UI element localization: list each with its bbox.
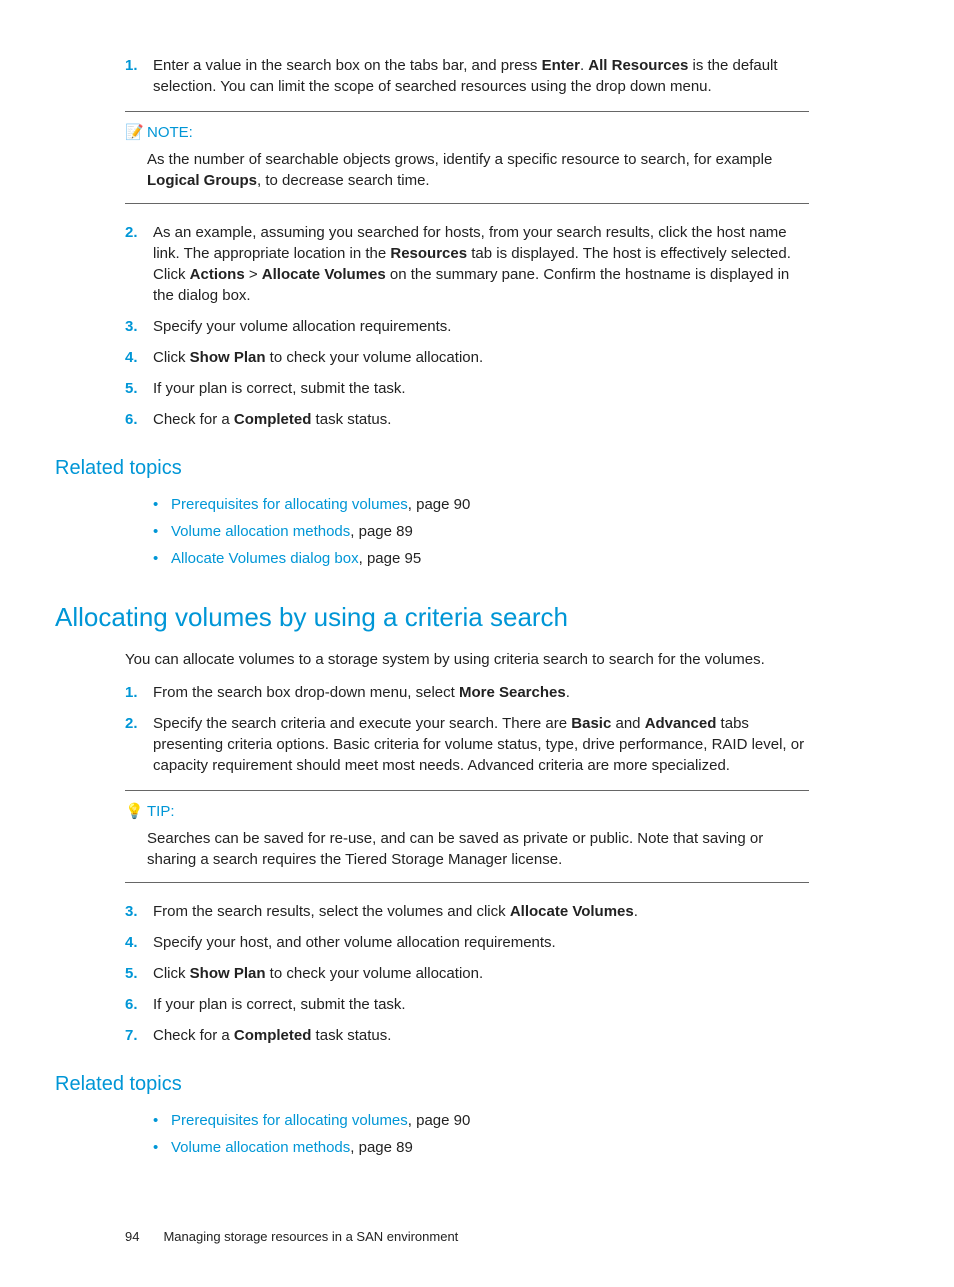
- step-5: 5. Click Show Plan to check your volume …: [125, 963, 809, 984]
- tip-header: 💡TIP:: [125, 801, 809, 822]
- step-text: Specify the search criteria and execute …: [153, 713, 809, 776]
- step-number: 7.: [125, 1025, 153, 1046]
- list-item: Prerequisites for allocating volumes, pa…: [153, 494, 809, 515]
- tip-label: TIP:: [147, 803, 175, 820]
- step-2: 2. As an example, assuming you searched …: [125, 222, 809, 306]
- step-4: 4. Click Show Plan to check your volume …: [125, 347, 809, 368]
- note-callout: 📝NOTE: As the number of searchable objec…: [125, 111, 809, 204]
- related-list: Prerequisites for allocating volumes, pa…: [153, 494, 809, 569]
- step-number: 5.: [125, 378, 153, 399]
- step-text: Click Show Plan to check your volume all…: [153, 347, 809, 368]
- note-label: NOTE:: [147, 124, 193, 141]
- step-number: 3.: [125, 316, 153, 337]
- related-topics-heading: Related topics: [55, 454, 899, 482]
- step-text: Check for a Completed task status.: [153, 409, 809, 430]
- list-item: Volume allocation methods, page 89: [153, 1137, 809, 1158]
- section-heading: Allocating volumes by using a criteria s…: [55, 599, 899, 635]
- note-header: 📝NOTE:: [125, 122, 809, 143]
- step-3: 3. From the search results, select the v…: [125, 901, 809, 922]
- page-number: 94: [125, 1229, 139, 1244]
- step-number: 1.: [125, 682, 153, 703]
- step-number: 6.: [125, 994, 153, 1015]
- list-item: Volume allocation methods, page 89: [153, 521, 809, 542]
- step-text: Click Show Plan to check your volume all…: [153, 963, 809, 984]
- step-number: 4.: [125, 347, 153, 368]
- section-intro: You can allocate volumes to a storage sy…: [125, 649, 809, 670]
- step-5: 5. If your plan is correct, submit the t…: [125, 378, 809, 399]
- step-6: 6. Check for a Completed task status.: [125, 409, 809, 430]
- related-link[interactable]: Prerequisites for allocating volumes: [171, 496, 408, 513]
- related-topics-heading: Related topics: [55, 1070, 899, 1098]
- step-number: 5.: [125, 963, 153, 984]
- step-text: If your plan is correct, submit the task…: [153, 994, 809, 1015]
- related-link[interactable]: Volume allocation methods: [171, 523, 350, 540]
- step-number: 6.: [125, 409, 153, 430]
- step-text: Specify your host, and other volume allo…: [153, 932, 809, 953]
- step-text: As an example, assuming you searched for…: [153, 222, 809, 306]
- list-item: Allocate Volumes dialog box, page 95: [153, 548, 809, 569]
- page-footer: 94 Managing storage resources in a SAN en…: [55, 1228, 899, 1246]
- step-text: Enter a value in the search box on the t…: [153, 55, 809, 97]
- step-1: 1. From the search box drop-down menu, s…: [125, 682, 809, 703]
- step-3: 3. Specify your volume allocation requir…: [125, 316, 809, 337]
- tip-body: Searches can be saved for re-use, and ca…: [147, 828, 809, 870]
- step-number: 4.: [125, 932, 153, 953]
- step-4: 4. Specify your host, and other volume a…: [125, 932, 809, 953]
- step-text: Check for a Completed task status.: [153, 1025, 809, 1046]
- note-body: As the number of searchable objects grow…: [147, 149, 809, 191]
- step-6: 6. If your plan is correct, submit the t…: [125, 994, 809, 1015]
- step-number: 3.: [125, 901, 153, 922]
- step-1: 1. Enter a value in the search box on th…: [125, 55, 809, 97]
- step-text: Specify your volume allocation requireme…: [153, 316, 809, 337]
- tip-icon: 💡: [125, 801, 147, 822]
- step-7: 7. Check for a Completed task status.: [125, 1025, 809, 1046]
- note-icon: 📝: [125, 122, 147, 143]
- list-item: Prerequisites for allocating volumes, pa…: [153, 1110, 809, 1131]
- tip-callout: 💡TIP: Searches can be saved for re-use, …: [125, 790, 809, 883]
- step-text: From the search box drop-down menu, sele…: [153, 682, 809, 703]
- footer-title: Managing storage resources in a SAN envi…: [163, 1229, 458, 1244]
- related-list: Prerequisites for allocating volumes, pa…: [153, 1110, 809, 1158]
- step-number: 2.: [125, 222, 153, 306]
- related-link[interactable]: Allocate Volumes dialog box: [171, 550, 359, 567]
- related-link[interactable]: Prerequisites for allocating volumes: [171, 1112, 408, 1129]
- step-number: 2.: [125, 713, 153, 776]
- step-text: If your plan is correct, submit the task…: [153, 378, 809, 399]
- step-number: 1.: [125, 55, 153, 97]
- step-2: 2. Specify the search criteria and execu…: [125, 713, 809, 776]
- step-text: From the search results, select the volu…: [153, 901, 809, 922]
- related-link[interactable]: Volume allocation methods: [171, 1139, 350, 1156]
